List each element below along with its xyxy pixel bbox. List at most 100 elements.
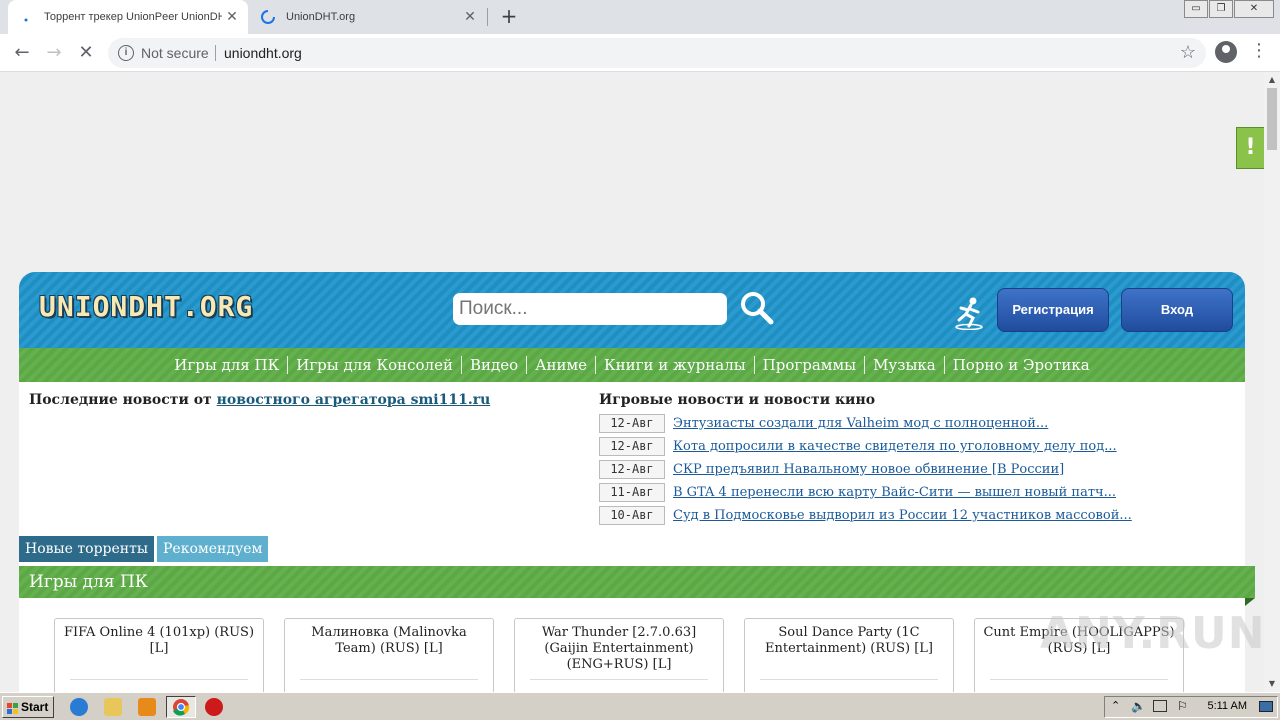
news-date: 12-Авг	[599, 414, 665, 433]
restore-button[interactable]: ❐	[1209, 0, 1233, 18]
news-aggregator-heading: Последние новости от новостного агрегато…	[29, 392, 490, 408]
nav-item-console-games[interactable]: Игры для Консолей	[288, 356, 461, 374]
notification-tab[interactable]: !	[1236, 127, 1264, 169]
nav-item-books[interactable]: Книги и журналы	[596, 356, 754, 374]
network-icon[interactable]	[1153, 700, 1167, 712]
tab-recommended[interactable]: Рекомендуем	[157, 536, 269, 562]
tray-expand-icon[interactable]: ⌃	[1111, 699, 1120, 712]
forward-arrow-icon[interactable]: →	[42, 41, 66, 65]
show-desktop-icon[interactable]	[1259, 701, 1273, 712]
scroll-down-icon[interactable]: ▼	[1264, 676, 1280, 692]
news-date: 12-Авг	[599, 460, 665, 479]
nav-item-anime[interactable]: Аниме	[527, 356, 595, 374]
news-link[interactable]: В GTA 4 перенесли всю карту Вайс-Сити — …	[673, 485, 1116, 500]
close-tab-icon[interactable]: ✕	[222, 7, 242, 27]
tab-strip: Торрент трекер UnionPeer UnionDHT ✕ Unio…	[0, 0, 1280, 34]
card-title[interactable]: Soul Dance Party (1C Entertainment) (RUS…	[765, 625, 933, 656]
close-window-button[interactable]: ✕	[1234, 0, 1274, 18]
torrent-card[interactable]: Soul Dance Party (1C Entertainment) (RUS…	[744, 618, 954, 692]
tab-uniondht[interactable]: UnionDHT.org ✕	[250, 0, 486, 34]
card-title[interactable]: War Thunder [2.7.0.63] (Gaijin Entertain…	[542, 625, 696, 672]
address-divider	[215, 45, 216, 61]
tab-title: Торрент трекер UnionPeer UnionDHT	[44, 11, 222, 23]
card-divider	[760, 679, 938, 680]
watermark: ANY.RUN	[1040, 608, 1266, 659]
game-news-heading: Игровые новости и новости кино	[599, 392, 876, 408]
scroll-thumb[interactable]	[1267, 88, 1277, 150]
start-button[interactable]: Start	[2, 696, 54, 718]
news-aggregator-link[interactable]: новостного агрегатора smi111.ru	[217, 392, 491, 408]
internet-explorer-icon[interactable]	[70, 698, 88, 716]
torrent-cards: FIFA Online 4 (101xp) (RUS) [L] Малиновк…	[54, 618, 1204, 692]
kebab-menu-icon[interactable]: ⋮	[1250, 40, 1268, 61]
list-item: 11-Авг В GTA 4 перенесли всю карту Вайс-…	[599, 481, 1132, 504]
url-text[interactable]: uniondht.org	[224, 45, 302, 61]
list-item: 12-Авг Кота допросили в качестве свидете…	[599, 435, 1132, 458]
back-arrow-icon[interactable]: ←	[10, 41, 34, 65]
folder-icon[interactable]	[104, 698, 122, 716]
opera-icon[interactable]	[205, 698, 223, 716]
action-center-flag-icon[interactable]: ⚐	[1177, 699, 1188, 713]
nav-item-video[interactable]: Видео	[462, 356, 526, 374]
news-date: 11-Авг	[599, 483, 665, 502]
ribbon-fold	[1245, 598, 1255, 606]
scroll-up-icon[interactable]: ▲	[1264, 72, 1280, 88]
nav-item-music[interactable]: Музыка	[865, 356, 944, 374]
tab-title: UnionDHT.org	[286, 11, 356, 23]
list-item: 12-Авг СКР предъявил Навальному новое об…	[599, 458, 1132, 481]
tab-torrent-tracker[interactable]: Торрент трекер UnionPeer UnionDHT ✕	[8, 0, 248, 34]
news-link[interactable]: СКР предъявил Навальному новое обвинение…	[673, 462, 1064, 477]
tab-new-torrents[interactable]: Новые торренты	[19, 536, 154, 562]
volume-icon[interactable]: 🔈	[1131, 699, 1146, 713]
news-link[interactable]: Кота допросили в качестве свидетеля по у…	[673, 439, 1117, 454]
new-tab-button[interactable]: +	[498, 5, 520, 27]
torrent-tabs: Новые торренты Рекомендуем	[19, 536, 271, 562]
loading-favicon-icon	[18, 9, 34, 25]
stop-loading-icon[interactable]: ✕	[74, 41, 98, 65]
news-aggregator-prefix: Последние новости от	[29, 392, 217, 408]
register-button[interactable]: Регистрация	[997, 288, 1109, 332]
torrent-card[interactable]: Малиновка (Malinovka Team) (RUS) [L]	[284, 618, 494, 692]
clock: 5:11 AM	[1207, 700, 1247, 712]
windows-logo-icon	[7, 701, 19, 714]
chrome-taskbar-button[interactable]	[166, 696, 196, 718]
news-link[interactable]: Энтузиасты создали для Valheim мод с пол…	[673, 416, 1048, 431]
runner-icon	[953, 296, 985, 331]
news-date: 10-Авг	[599, 506, 665, 525]
browser-toolbar: ← → ✕ i Not secure uniondht.org ☆ ⋮	[0, 34, 1280, 72]
chrome-icon	[173, 699, 190, 716]
nav-item-software[interactable]: Программы	[755, 356, 864, 374]
page-scrollbar[interactable]: ▲ ▼	[1264, 72, 1280, 692]
profile-avatar-icon[interactable]	[1215, 41, 1237, 63]
category-nav: Игры для ПК Игры для Консолей Видео Аним…	[19, 348, 1245, 382]
card-divider	[990, 679, 1168, 680]
search-input[interactable]	[453, 293, 727, 325]
torrent-card[interactable]: FIFA Online 4 (101xp) (RUS) [L]	[54, 618, 264, 692]
search-icon[interactable]	[739, 290, 775, 326]
minimize-button[interactable]: ▭	[1184, 0, 1208, 18]
tab-separator	[487, 8, 488, 26]
card-divider	[300, 679, 478, 680]
nav-item-pc-games[interactable]: Игры для ПК	[166, 356, 287, 374]
close-tab-icon[interactable]: ✕	[460, 7, 480, 27]
card-title[interactable]: FIFA Online 4 (101xp) (RUS) [L]	[64, 625, 254, 656]
card-title[interactable]: Малиновка (Malinovka Team) (RUS) [L]	[311, 625, 466, 656]
page-viewport: ! UNIONDHT.ORG Регистрация Вход Игры для…	[0, 72, 1264, 692]
site-logo[interactable]: UNIONDHT.ORG	[39, 290, 253, 323]
list-item: 10-Авг Суд в Подмосковье выдворил из Рос…	[599, 504, 1132, 527]
system-tray: ⌃ 🔈 ⚐ 5:11 AM	[1104, 696, 1278, 718]
start-label: Start	[21, 700, 49, 714]
bookmark-star-icon[interactable]: ☆	[1180, 42, 1196, 63]
spinner-icon	[260, 9, 276, 25]
info-icon[interactable]: i	[118, 45, 134, 61]
torrent-card[interactable]: War Thunder [2.7.0.63] (Gaijin Entertain…	[514, 618, 724, 692]
login-button[interactable]: Вход	[1121, 288, 1233, 332]
media-player-icon[interactable]	[138, 698, 156, 716]
address-bar[interactable]: i Not secure uniondht.org ☆	[108, 38, 1206, 68]
news-link[interactable]: Суд в Подмосковье выдворил из России 12 …	[673, 508, 1132, 523]
nav-item-adult[interactable]: Порно и Эротика	[945, 356, 1098, 374]
section-heading-pc-games: Игры для ПК	[19, 566, 1255, 598]
security-label: Not secure	[141, 45, 209, 61]
taskbar: Start ⌃ 🔈 ⚐ 5:11 AM	[0, 692, 1280, 720]
site-header: UNIONDHT.ORG Регистрация Вход	[19, 272, 1245, 348]
